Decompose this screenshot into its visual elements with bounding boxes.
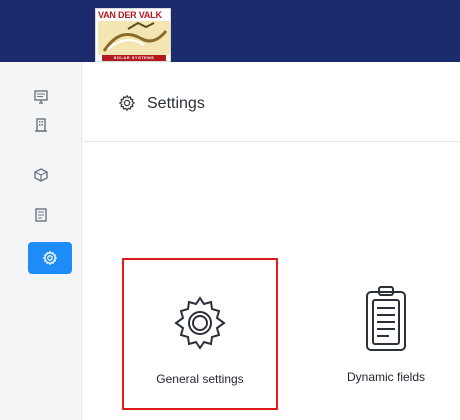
company-logo[interactable]: VAN DER VALK SOLAR SYSTEMS <box>95 8 171 62</box>
logo-subtitle: SOLAR SYSTEMS <box>102 55 166 61</box>
sidebar-item-products[interactable] <box>26 160 56 190</box>
sidebar-item-settings[interactable] <box>28 242 72 274</box>
gear-icon <box>174 296 226 350</box>
page-header: Settings <box>82 62 460 142</box>
monitor-icon <box>34 90 48 104</box>
box-icon <box>34 168 48 182</box>
sidebar-item-companies[interactable] <box>26 110 56 140</box>
settings-icon <box>42 250 58 266</box>
page-title: Settings <box>147 95 205 112</box>
settings-icon <box>118 94 136 112</box>
sidebar-item-dashboard[interactable] <box>26 82 56 112</box>
logo-art <box>98 21 170 55</box>
clipboard-icon <box>366 286 406 351</box>
dynamic-fields-card[interactable]: Dynamic fields <box>308 258 460 410</box>
building-icon <box>35 118 47 132</box>
document-icon <box>35 208 47 222</box>
top-bar: VAN DER VALK SOLAR SYSTEMS <box>0 0 460 62</box>
dynamic-fields-label: Dynamic fields <box>346 370 426 384</box>
sidebar-item-documents[interactable] <box>26 200 56 230</box>
general-settings-label: General settings <box>156 372 244 386</box>
general-settings-card[interactable]: General settings <box>122 258 278 410</box>
sidebar <box>0 62 82 420</box>
